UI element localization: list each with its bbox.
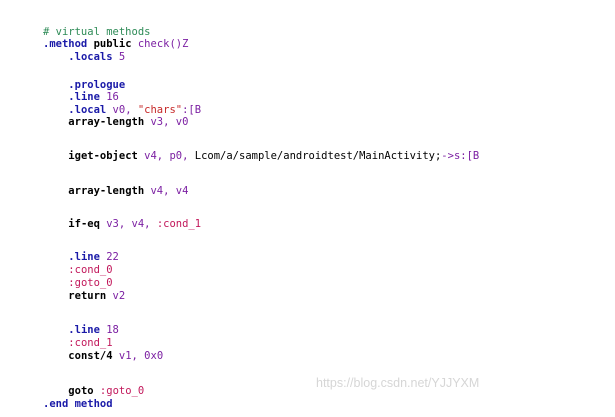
code-token-ident: v3, v0 [144,116,189,128]
smali-code-listing: # virtual methods .method public check()Z… [0,0,615,417]
code-token-ident: v4, v4 [144,185,189,197]
code-line: .line 16 [43,91,119,104]
code-token-keyword: public [93,38,132,50]
code-token-keyword: if-eq [68,218,100,230]
code-token-num: 5 [112,51,126,63]
code-token-ident: :[B [182,104,202,116]
code-token-directive: .line [68,251,100,263]
code-token-ident: ->s:[B [441,150,480,162]
code-token-num: 16 [99,91,119,103]
code-token-num: 18 [99,324,119,336]
code-token-ident: v0, [106,104,138,116]
code-token-label: :cond_1 [68,337,113,349]
code-token-plain: Lcom/a/sample/androidtest/MainActivity; [194,150,442,162]
code-line: .line 18 [43,324,119,337]
code-token-string: "chars" [137,104,183,116]
code-token-directive: .line [68,324,100,336]
code-token-directive: .end method [43,398,113,410]
code-token-keyword: const/4 [68,350,113,362]
code-token-directive: .local [68,104,107,116]
code-token-label: :cond_0 [68,264,113,276]
code-token-keyword: goto [68,385,94,397]
code-token-ident: v4, p0, [137,150,195,162]
code-line: .end method [43,398,113,411]
code-line: array-length v3, v0 [43,116,188,129]
code-token-ident: check()Z [137,38,189,50]
code-line: :cond_0 [43,264,113,277]
code-token-keyword: array-length [68,116,145,128]
code-line: .method public check()Z [43,38,188,51]
code-token-ident: v1, 0x0 [112,350,164,362]
code-line: const/4 v1, 0x0 [43,350,163,363]
code-line: .line 22 [43,251,119,264]
watermark-text: https://blog.csdn.net/YJJYXM [316,376,480,390]
code-line: array-length v4, v4 [43,185,188,198]
code-token-comment: # virtual methods [43,26,151,38]
code-token-label: :goto_0 [68,277,113,289]
code-line: :goto_0 [43,277,113,290]
code-token-ident: v2 [106,290,126,302]
code-token-num: 22 [99,251,119,263]
code-token-label: :cond_1 [156,218,202,230]
code-line: return v2 [43,290,125,303]
code-line: .locals 5 [43,51,125,64]
code-token-ident: v3, v4, [99,218,157,230]
code-token-label: :goto_0 [99,385,145,397]
code-line: :cond_1 [43,337,113,350]
code-token-directive: .line [68,91,100,103]
code-token-directive: .method [43,38,88,50]
code-line: if-eq v3, v4, :cond_1 [43,218,201,231]
code-line: iget-object v4, p0, Lcom/a/sample/androi… [43,150,479,163]
code-token-keyword: array-length [68,185,145,197]
code-token-directive: .prologue [68,79,126,91]
code-token-keyword: return [68,290,107,302]
code-line: goto :goto_0 [43,385,144,398]
code-token-keyword: iget-object [68,150,138,162]
code-token-directive: .locals [68,51,113,63]
